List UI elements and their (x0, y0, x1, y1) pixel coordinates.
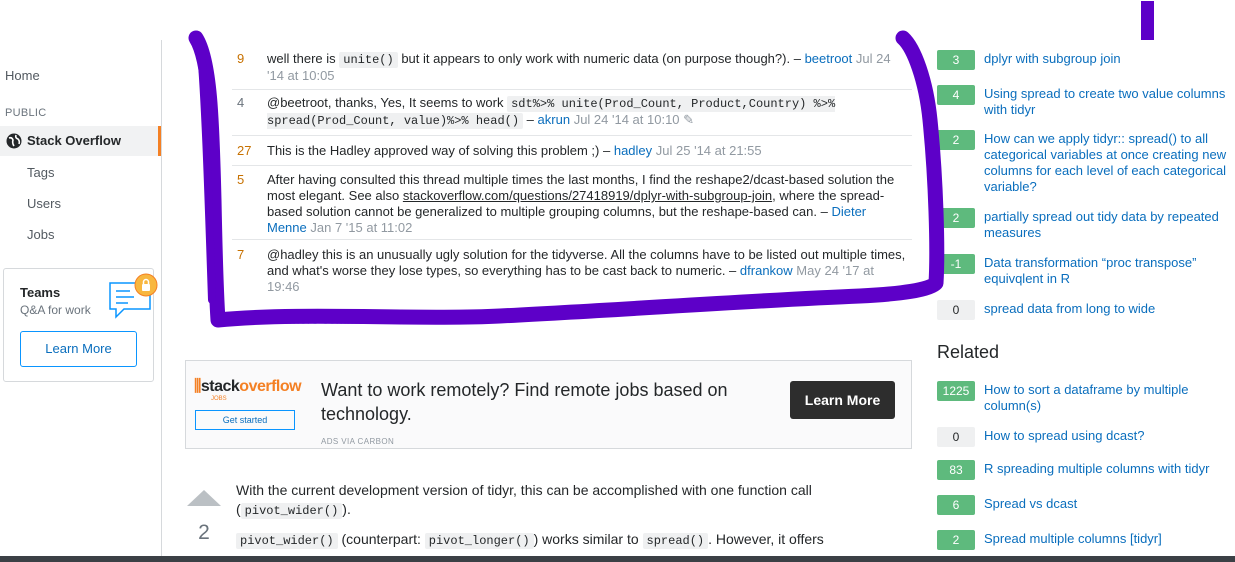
related-vote-badge: 0 (937, 427, 975, 447)
comment-date[interactable]: Jul 25 '14 at 21:55 (656, 143, 762, 158)
answer-body: With the current development version of … (236, 481, 912, 560)
comment-user-link[interactable]: beetroot (805, 51, 853, 66)
linked-title-link[interactable]: partially spread out tidy data by repeat… (984, 209, 1232, 241)
answer-text: . However, it offers (708, 531, 824, 547)
ads-via-carbon[interactable]: ADS VIA CARBON (321, 437, 394, 446)
linked-title-link[interactable]: spread data from long to wide (984, 301, 1232, 317)
linked-vote-badge: 2 (937, 208, 975, 228)
jobs-ad[interactable]: ⫼stackoverflow JOBS Get started Want to … (185, 360, 912, 449)
logo-jobs-text: JOBS (211, 396, 227, 402)
linked-vote-badge: 3 (937, 50, 975, 70)
related-title-link[interactable]: Spread multiple columns [tidyr] (984, 531, 1232, 547)
related-title-link[interactable]: R spreading multiple columns with tidyr (984, 461, 1232, 477)
related-vote-badge: 83 (937, 460, 975, 480)
comment-link[interactable]: stackoverflow.com/questions/27418919/dpl… (403, 188, 772, 203)
nav-tags[interactable]: Tags (27, 165, 54, 180)
comment-body: This is the Hadley approved way of solvi… (267, 143, 907, 159)
nav-jobs[interactable]: Jobs (27, 227, 54, 242)
get-started-button[interactable]: Get started (195, 410, 295, 430)
comment-body: @beetroot, thanks, Yes, It seems to work… (267, 95, 907, 129)
comment-body: @hadley this is an unusually ugly soluti… (267, 247, 907, 295)
linked-vote-badge: 0 (937, 300, 975, 320)
teams-illustration-icon (109, 273, 158, 319)
comment-text: @beetroot, thanks, Yes, It seems to work (267, 95, 504, 110)
comment-text: – (526, 112, 534, 127)
logo-stack-text: stack (200, 378, 240, 395)
comment-row: 9 well there is unite() but it appears t… (232, 48, 912, 90)
bottom-bar (0, 556, 1235, 562)
related-title-link[interactable]: How to sort a dataframe by multiple colu… (984, 382, 1232, 414)
show-more-comments-link[interactable]: show 4 more comments (244, 312, 382, 327)
related-vote-badge: 6 (937, 495, 975, 515)
annotation-mark (1141, 1, 1154, 40)
comment-score: 7 (237, 247, 245, 262)
related-title-link[interactable]: How to spread using dcast? (984, 428, 1232, 444)
nav-stack-overflow-label: Stack Overflow (27, 133, 121, 148)
related-vote-badge: 1225 (937, 381, 975, 401)
linked-title-link[interactable]: Data transformation “proc transpose” equ… (984, 255, 1232, 287)
upvote-arrow-icon[interactable] (187, 490, 221, 506)
related-title-link[interactable]: Spread vs dcast (984, 496, 1232, 512)
comment-date[interactable]: Jul 24 '14 at 10:10 (574, 112, 680, 127)
comment-user-link[interactable]: akrun (538, 112, 571, 127)
answer-text: ) works similar to (533, 531, 639, 547)
comment-score: 5 (237, 172, 245, 187)
nav-public-heading: PUBLIC (5, 107, 47, 119)
answer-code: pivot_wider() (236, 533, 338, 549)
linked-title-link[interactable]: Using spread to create two value columns… (984, 86, 1232, 118)
teams-learn-more-button[interactable]: Learn More (20, 331, 137, 367)
related-vote-badge: 2 (937, 530, 975, 550)
linked-vote-badge: 4 (937, 85, 975, 105)
comment-row: 5 After having consulted this thread mul… (232, 169, 912, 240)
answer-vote-count: 2 (198, 521, 210, 544)
linked-vote-badge: -1 (937, 254, 975, 274)
comment-row: 27 This is the Hadley approved way of so… (232, 140, 912, 166)
comment-text: This is the Hadley approved way of solvi… (267, 143, 611, 158)
answer-text: ). (342, 501, 351, 517)
answer-text: (counterpart: (341, 531, 421, 547)
logo-overflow-text: overflow (239, 378, 302, 395)
nav-users[interactable]: Users (27, 196, 61, 211)
comment-user-link[interactable]: dfrankow (740, 263, 793, 278)
answer-code: pivot_longer() (424, 533, 534, 549)
linked-vote-badge: 2 (937, 130, 975, 150)
comment-row: 4 @beetroot, thanks, Yes, It seems to wo… (232, 92, 912, 136)
comment-user-link[interactable]: hadley (614, 143, 652, 158)
linked-title-link[interactable]: How can we apply tidyr:: spread() to all… (984, 131, 1232, 195)
ad-copy: Want to work remotely? Find remote jobs … (321, 380, 728, 424)
comment-score: 4 (237, 95, 245, 110)
ad-learn-more-button[interactable]: Learn More (790, 381, 895, 419)
linked-title-link[interactable]: dplyr with subgroup join (984, 51, 1232, 67)
annotation-stroke (196, 36, 216, 304)
globe-icon (6, 133, 22, 149)
comment-body: well there is unite() but it appears to … (267, 51, 907, 84)
answer-code: spread() (642, 533, 709, 549)
pencil-icon[interactable]: ✎ (683, 112, 694, 127)
comment-text: but it appears to only work with numeric… (401, 51, 801, 66)
comment-body: After having consulted this thread multi… (267, 172, 907, 236)
comment-score: 9 (237, 51, 245, 66)
comment-row: 7 @hadley this is an unusually ugly solu… (232, 244, 912, 294)
comment-score: 27 (237, 143, 252, 158)
nav-stack-overflow[interactable]: Stack Overflow (0, 126, 161, 156)
teams-subtitle: Q&A for work (20, 303, 91, 317)
answer-code: pivot_wider() (240, 503, 343, 519)
answer-paragraph: With the current development version of … (236, 481, 912, 521)
stackoverflow-jobs-logo: ⫼stackoverflow JOBS (194, 378, 302, 402)
teams-title: Teams (20, 285, 61, 300)
left-sidebar: Home PUBLIC Stack Overflow Tags Users Jo… (0, 40, 162, 562)
answer-paragraph: pivot_wider() (counterpart: pivot_longer… (236, 530, 912, 551)
comment-code: unite() (339, 52, 398, 68)
comment-text: well there is (267, 51, 336, 66)
related-heading: Related (937, 342, 1000, 362)
teams-promo: Teams Q&A for work Learn More (3, 268, 158, 382)
nav-home[interactable]: Home (5, 68, 40, 83)
comment-date[interactable]: Jan 7 '15 at 11:02 (310, 220, 412, 235)
